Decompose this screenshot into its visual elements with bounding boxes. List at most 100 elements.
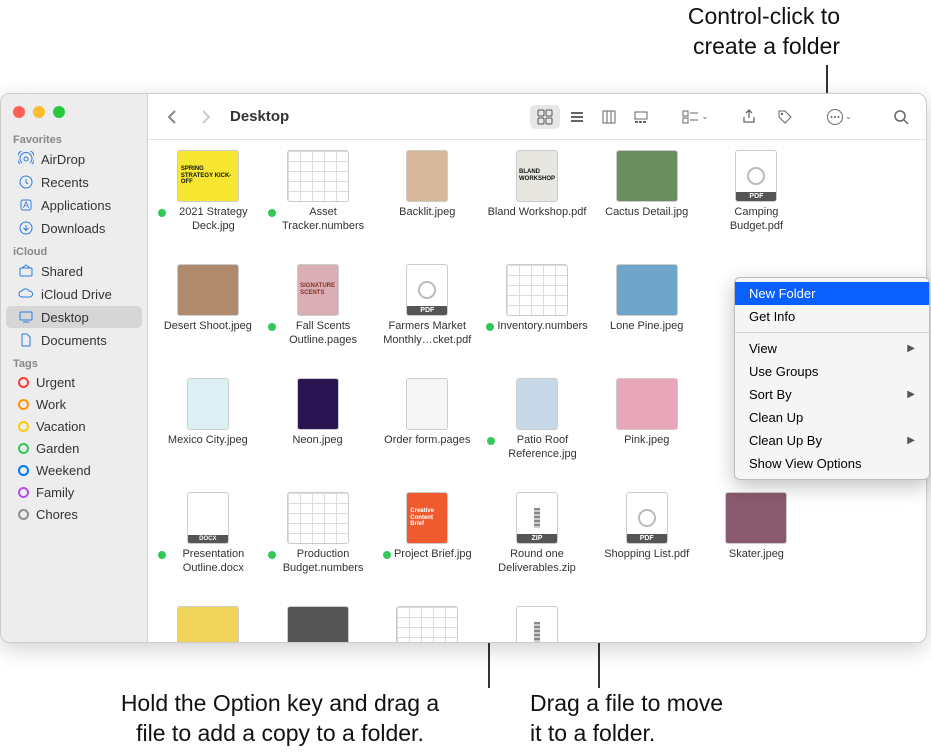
sidebar-item-airdrop[interactable]: AirDrop bbox=[6, 148, 142, 170]
menu-item-get-info[interactable]: Get Info bbox=[735, 305, 929, 328]
file-item[interactable] bbox=[373, 606, 481, 642]
close-button[interactable] bbox=[13, 106, 25, 118]
file-name: Project Brief.jpg bbox=[383, 548, 472, 562]
sidebar-tag-urgent[interactable]: Urgent bbox=[6, 372, 142, 393]
menu-item-label: Show View Options bbox=[749, 456, 862, 471]
sidebar-tag-chores[interactable]: Chores bbox=[6, 504, 142, 525]
sidebar-item-icloud-drive[interactable]: iCloud Drive bbox=[6, 283, 142, 305]
file-name: Patio Roof Reference.jpg bbox=[487, 434, 587, 462]
minimize-button[interactable] bbox=[33, 106, 45, 118]
sidebar-item-label: Documents bbox=[41, 333, 107, 348]
forward-button[interactable] bbox=[192, 103, 220, 131]
section-tags: Tags bbox=[1, 352, 147, 372]
tag-indicator-icon bbox=[268, 323, 276, 331]
menu-separator bbox=[735, 332, 929, 333]
sidebar-item-recents[interactable]: Recents bbox=[6, 171, 142, 193]
file-item[interactable] bbox=[154, 606, 262, 642]
list-view-button[interactable] bbox=[562, 105, 592, 129]
back-button[interactable] bbox=[158, 103, 186, 131]
file-thumbnail bbox=[287, 150, 349, 202]
sidebar-item-label: Shared bbox=[41, 264, 83, 279]
file-thumbnail bbox=[406, 150, 448, 202]
file-item[interactable]: BLAND WORKSHOPBland Workshop.pdf bbox=[483, 150, 591, 258]
file-item[interactable]: Creative Content BriefProject Brief.jpg bbox=[373, 492, 481, 600]
file-item[interactable]: Backlit.jpeg bbox=[373, 150, 481, 258]
file-item[interactable]: Pink.jpeg bbox=[593, 378, 701, 486]
file-item[interactable]: Skater.jpeg bbox=[703, 492, 811, 600]
file-item[interactable]: SIGNATURE SCENTSFall Scents Outline.page… bbox=[264, 264, 372, 372]
file-item[interactable]: ZIPRound one Deliverables.zip bbox=[483, 492, 591, 600]
file-item[interactable]: Lone Pine.jpeg bbox=[593, 264, 701, 372]
file-item[interactable]: Patio Roof Reference.jpg bbox=[483, 378, 591, 486]
toolbar: Desktop ⌄ ⌄ bbox=[148, 94, 926, 140]
sidebar-item-label: Family bbox=[36, 485, 74, 500]
applications-icon: A bbox=[18, 197, 34, 213]
gallery-view-button[interactable] bbox=[626, 105, 656, 129]
window-title: Desktop bbox=[230, 108, 289, 125]
sidebar-item-shared[interactable]: Shared bbox=[6, 260, 142, 282]
search-button[interactable] bbox=[886, 105, 916, 129]
file-item[interactable]: Inventory.numbers bbox=[483, 264, 591, 372]
tag-indicator-icon bbox=[158, 551, 166, 559]
menu-item-sort-by[interactable]: Sort By▶ bbox=[735, 383, 929, 406]
file-item[interactable]: PDFCamping Budget.pdf bbox=[703, 150, 811, 258]
share-button[interactable] bbox=[734, 105, 764, 129]
maximize-button[interactable] bbox=[53, 106, 65, 118]
tag-indicator-icon bbox=[383, 551, 391, 559]
sidebar: Favorites AirDropRecentsAApplicationsDow… bbox=[1, 94, 148, 642]
file-thumbnail: SIGNATURE SCENTS bbox=[297, 264, 339, 316]
file-item[interactable]: Order form.pages bbox=[373, 378, 481, 486]
file-item[interactable]: Mexico City.jpeg bbox=[154, 378, 262, 486]
tag-dot-icon bbox=[18, 421, 29, 432]
menu-item-show-view-options[interactable]: Show View Options bbox=[735, 452, 929, 475]
file-item[interactable]: Asset Tracker.numbers bbox=[264, 150, 372, 258]
file-thumbnail bbox=[187, 378, 229, 430]
more-button[interactable]: ⌄ bbox=[824, 105, 854, 129]
file-name: Round one Deliverables.zip bbox=[487, 548, 587, 576]
file-item[interactable]: DOCX Presentation Outline.docx bbox=[154, 492, 262, 600]
file-item[interactable]: Desert Shoot.jpeg bbox=[154, 264, 262, 372]
sidebar-tag-garden[interactable]: Garden bbox=[6, 438, 142, 459]
file-item[interactable]: PDFFarmers Market Monthly…cket.pdf bbox=[373, 264, 481, 372]
file-item[interactable]: ZIP bbox=[483, 606, 591, 642]
file-name: Presentation Outline.docx bbox=[158, 548, 258, 576]
file-item[interactable] bbox=[264, 606, 372, 642]
tag-indicator-icon bbox=[268, 551, 276, 559]
sidebar-tag-vacation[interactable]: Vacation bbox=[6, 416, 142, 437]
menu-item-label: View bbox=[749, 341, 777, 356]
file-name: 2021 Strategy Deck.jpg bbox=[158, 206, 258, 234]
file-name: Production Budget.numbers bbox=[268, 548, 368, 576]
file-item[interactable]: Cactus Detail.jpg bbox=[593, 150, 701, 258]
sidebar-item-label: Chores bbox=[36, 507, 78, 522]
sidebar-tag-work[interactable]: Work bbox=[6, 394, 142, 415]
main-area: Desktop ⌄ ⌄ SPRING STRATEGY KICK-OFF2021… bbox=[148, 94, 926, 642]
file-thumbnail: ZIP bbox=[516, 606, 558, 642]
sidebar-item-applications[interactable]: AApplications bbox=[6, 194, 142, 216]
menu-item-view[interactable]: View▶ bbox=[735, 337, 929, 360]
sidebar-item-label: Downloads bbox=[41, 221, 105, 236]
file-thumbnail bbox=[177, 606, 239, 642]
desktop-icon bbox=[18, 309, 34, 325]
file-item[interactable]: PDFShopping List.pdf bbox=[593, 492, 701, 600]
column-view-button[interactable] bbox=[594, 105, 624, 129]
file-item[interactable]: Production Budget.numbers bbox=[264, 492, 372, 600]
sidebar-item-downloads[interactable]: Downloads bbox=[6, 217, 142, 239]
sidebar-tag-family[interactable]: Family bbox=[6, 482, 142, 503]
file-thumbnail bbox=[616, 150, 678, 202]
menu-item-clean-up[interactable]: Clean Up bbox=[735, 406, 929, 429]
tag-button[interactable] bbox=[770, 105, 800, 129]
file-thumbnail: DOCX bbox=[187, 492, 229, 544]
sidebar-tag-weekend[interactable]: Weekend bbox=[6, 460, 142, 481]
file-item[interactable]: Neon.jpeg bbox=[264, 378, 372, 486]
icon-view-button[interactable] bbox=[530, 105, 560, 129]
sidebar-item-desktop[interactable]: Desktop bbox=[6, 306, 142, 328]
file-name: Lone Pine.jpeg bbox=[610, 320, 683, 334]
shared-icon bbox=[18, 263, 34, 279]
menu-item-new-folder[interactable]: New Folder bbox=[735, 282, 929, 305]
menu-item-use-groups[interactable]: Use Groups bbox=[735, 360, 929, 383]
tag-indicator-icon bbox=[268, 209, 276, 217]
sidebar-item-documents[interactable]: Documents bbox=[6, 329, 142, 351]
file-item[interactable]: SPRING STRATEGY KICK-OFF2021 Strategy De… bbox=[154, 150, 262, 258]
group-button[interactable]: ⌄ bbox=[680, 105, 710, 129]
menu-item-clean-up-by[interactable]: Clean Up By▶ bbox=[735, 429, 929, 452]
